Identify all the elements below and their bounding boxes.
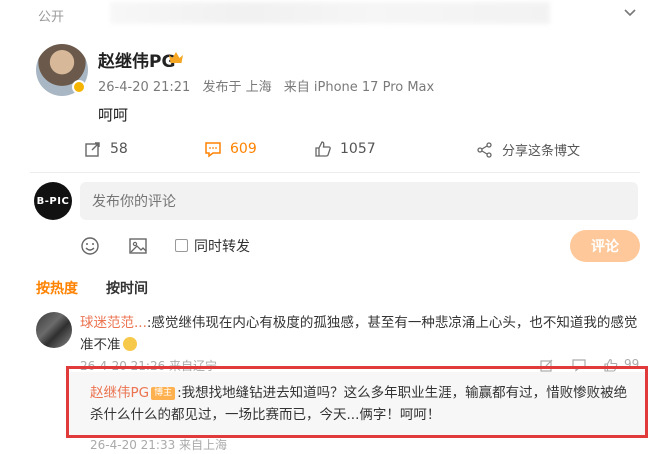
tab-by-popularity[interactable]: 按热度 [36, 278, 78, 300]
author-name[interactable]: 赵继伟PG [98, 47, 175, 72]
reply-meta: 26-4-20 21:33 来自上海 [90, 438, 228, 452]
comment-button[interactable]: 609 [204, 140, 257, 158]
divider [30, 172, 640, 173]
composer-toolbar [0, 232, 660, 262]
share-label: 分享这条博文 [502, 144, 581, 159]
verified-badge-icon [72, 80, 86, 94]
sad-emoji-icon [122, 337, 137, 351]
chevron-down-icon[interactable] [622, 4, 638, 20]
submit-comment-button[interactable]: 评论 [570, 230, 640, 262]
post-time[interactable]: 26-4-20 21:21 [98, 80, 190, 95]
visibility-label: 公开 [38, 10, 65, 25]
share-icon [477, 141, 492, 158]
comment-input[interactable] [80, 182, 638, 220]
post-location: 发布于 上海 [202, 80, 272, 95]
repost-icon [85, 142, 100, 157]
post-actions: 58 609 1057 分享这条博文 [0, 140, 660, 166]
crown-icon [169, 52, 183, 63]
tab-by-time[interactable]: 按时间 [106, 278, 148, 300]
blurred-header-area [110, 2, 550, 24]
post-text: 呵呵 [98, 106, 129, 124]
image-icon[interactable] [128, 236, 148, 256]
comment-text: :感觉继伟现在内心有极度的孤独感，甚至有一种悲凉涌上心头，也不知道我的感觉准不准 [80, 315, 638, 353]
like-count: 1057 [340, 141, 376, 157]
thumbs-up-icon [315, 141, 331, 157]
repost-checkbox-label[interactable]: 同时转发 [194, 236, 250, 256]
highlight-frame [66, 366, 648, 438]
commenter-name[interactable]: 球迷范范... [80, 315, 147, 331]
commenter-avatar[interactable] [36, 312, 72, 348]
post-device: 来自 iPhone 17 Pro Max [283, 80, 435, 95]
emoji-icon[interactable] [80, 236, 100, 256]
sort-tabs: 按热度 按时间 [36, 278, 148, 300]
post-meta: 26-4-20 21:21 发布于 上海 来自 iPhone 17 Pro Ma… [98, 76, 442, 95]
current-user-avatar: B-PIC [34, 182, 72, 220]
share-button[interactable]: 分享这条博文 [476, 140, 580, 159]
like-button[interactable]: 1057 [314, 140, 376, 158]
comment-icon [205, 142, 221, 158]
repost-checkbox[interactable] [175, 239, 188, 252]
repost-button[interactable]: 58 [84, 140, 128, 158]
repost-count: 58 [110, 141, 128, 157]
top-bar: 公开 [0, 0, 660, 30]
comment-count: 609 [230, 141, 257, 157]
comment-body: 球迷范范...:感觉继伟现在内心有极度的孤独感，甚至有一种悲凉涌上心头，也不知道… [80, 312, 640, 356]
